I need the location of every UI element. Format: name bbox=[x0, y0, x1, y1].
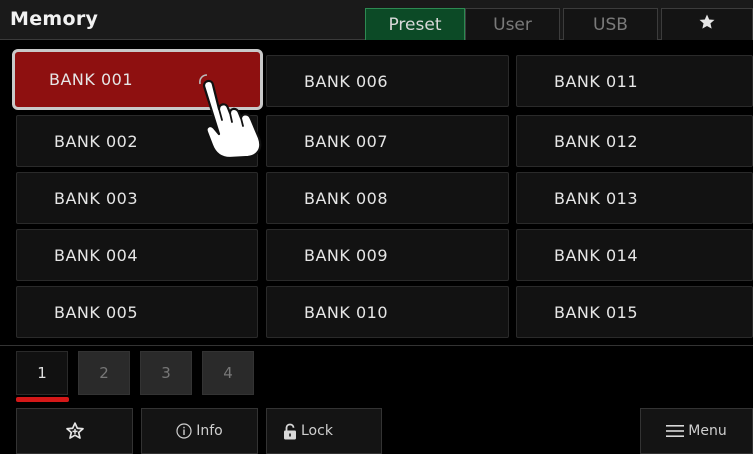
header-bar: Memory Preset User USB bbox=[0, 0, 753, 40]
bank-011-button[interactable]: BANK 011 bbox=[516, 55, 753, 107]
page-title: Memory bbox=[10, 8, 99, 30]
bank-label: BANK 008 bbox=[304, 188, 389, 208]
bank-label: BANK 015 bbox=[554, 302, 639, 322]
menu-button[interactable]: Menu bbox=[640, 408, 753, 454]
bank-012-button[interactable]: BANK 012 bbox=[516, 115, 753, 167]
tab-usb[interactable]: USB bbox=[563, 8, 658, 40]
star-outline-icon bbox=[65, 421, 85, 441]
tab-favorites[interactable] bbox=[661, 8, 753, 40]
bank-label: BANK 010 bbox=[304, 302, 389, 322]
bank-001-button[interactable]: BANK 001 bbox=[12, 49, 263, 110]
lock-button[interactable]: Lock bbox=[266, 408, 382, 454]
bottom-toolbar: Info Lock Menu bbox=[0, 408, 753, 454]
bank-004-button[interactable]: BANK 004 bbox=[16, 229, 258, 281]
page-label: 3 bbox=[161, 364, 171, 382]
star-icon bbox=[698, 13, 716, 36]
bank-label: BANK 013 bbox=[554, 188, 639, 208]
lock-icon bbox=[283, 423, 297, 440]
bank-014-button[interactable]: BANK 014 bbox=[516, 229, 753, 281]
lock-label: Lock bbox=[301, 423, 333, 439]
tab-user-label: User bbox=[493, 14, 532, 35]
tab-user[interactable]: User bbox=[465, 8, 560, 40]
page-selector: 1 2 3 4 bbox=[0, 345, 753, 405]
page-3-button[interactable]: 3 bbox=[140, 351, 192, 395]
bank-label: BANK 005 bbox=[54, 302, 139, 322]
bank-009-button[interactable]: BANK 009 bbox=[266, 229, 509, 281]
bank-008-button[interactable]: BANK 008 bbox=[266, 172, 509, 224]
bank-003-button[interactable]: BANK 003 bbox=[16, 172, 258, 224]
page-label: 4 bbox=[223, 364, 233, 382]
page-1-button[interactable]: 1 bbox=[16, 351, 68, 395]
bank-005-button[interactable]: BANK 005 bbox=[16, 286, 258, 338]
tab-preset-label: Preset bbox=[388, 14, 442, 35]
info-circle-icon bbox=[176, 423, 192, 439]
bank-label: BANK 011 bbox=[554, 71, 639, 91]
menu-label: Menu bbox=[688, 423, 727, 439]
bank-015-button[interactable]: BANK 015 bbox=[516, 286, 753, 338]
bank-002-button[interactable]: BANK 002 bbox=[16, 115, 258, 167]
page-label: 1 bbox=[37, 364, 47, 382]
bank-label: BANK 007 bbox=[304, 131, 389, 151]
page-label: 2 bbox=[99, 364, 109, 382]
page-4-button[interactable]: 4 bbox=[202, 351, 254, 395]
hamburger-icon bbox=[666, 424, 685, 438]
bank-010-button[interactable]: BANK 010 bbox=[266, 286, 509, 338]
bank-013-button[interactable]: BANK 013 bbox=[516, 172, 753, 224]
page-2-button[interactable]: 2 bbox=[78, 351, 130, 395]
bank-label: BANK 003 bbox=[54, 188, 139, 208]
bank-label: BANK 001 bbox=[49, 70, 134, 89]
bank-label: BANK 004 bbox=[54, 245, 139, 265]
bank-006-button[interactable]: BANK 006 bbox=[266, 55, 509, 107]
info-button[interactable]: Info bbox=[141, 408, 258, 454]
bank-007-button[interactable]: BANK 007 bbox=[266, 115, 509, 167]
bank-grid: BANK 001 BANK 002 BANK 003 BANK 004 BANK… bbox=[0, 40, 753, 345]
tab-usb-label: USB bbox=[593, 14, 628, 35]
bank-label: BANK 014 bbox=[554, 245, 639, 265]
info-label: Info bbox=[196, 423, 223, 439]
active-page-indicator bbox=[16, 397, 69, 402]
favorite-button[interactable] bbox=[16, 408, 133, 454]
bank-label: BANK 006 bbox=[304, 71, 389, 91]
bank-label: BANK 009 bbox=[304, 245, 389, 265]
bank-label: BANK 002 bbox=[54, 131, 139, 151]
tab-preset[interactable]: Preset bbox=[365, 8, 465, 40]
bank-label: BANK 012 bbox=[554, 131, 639, 151]
